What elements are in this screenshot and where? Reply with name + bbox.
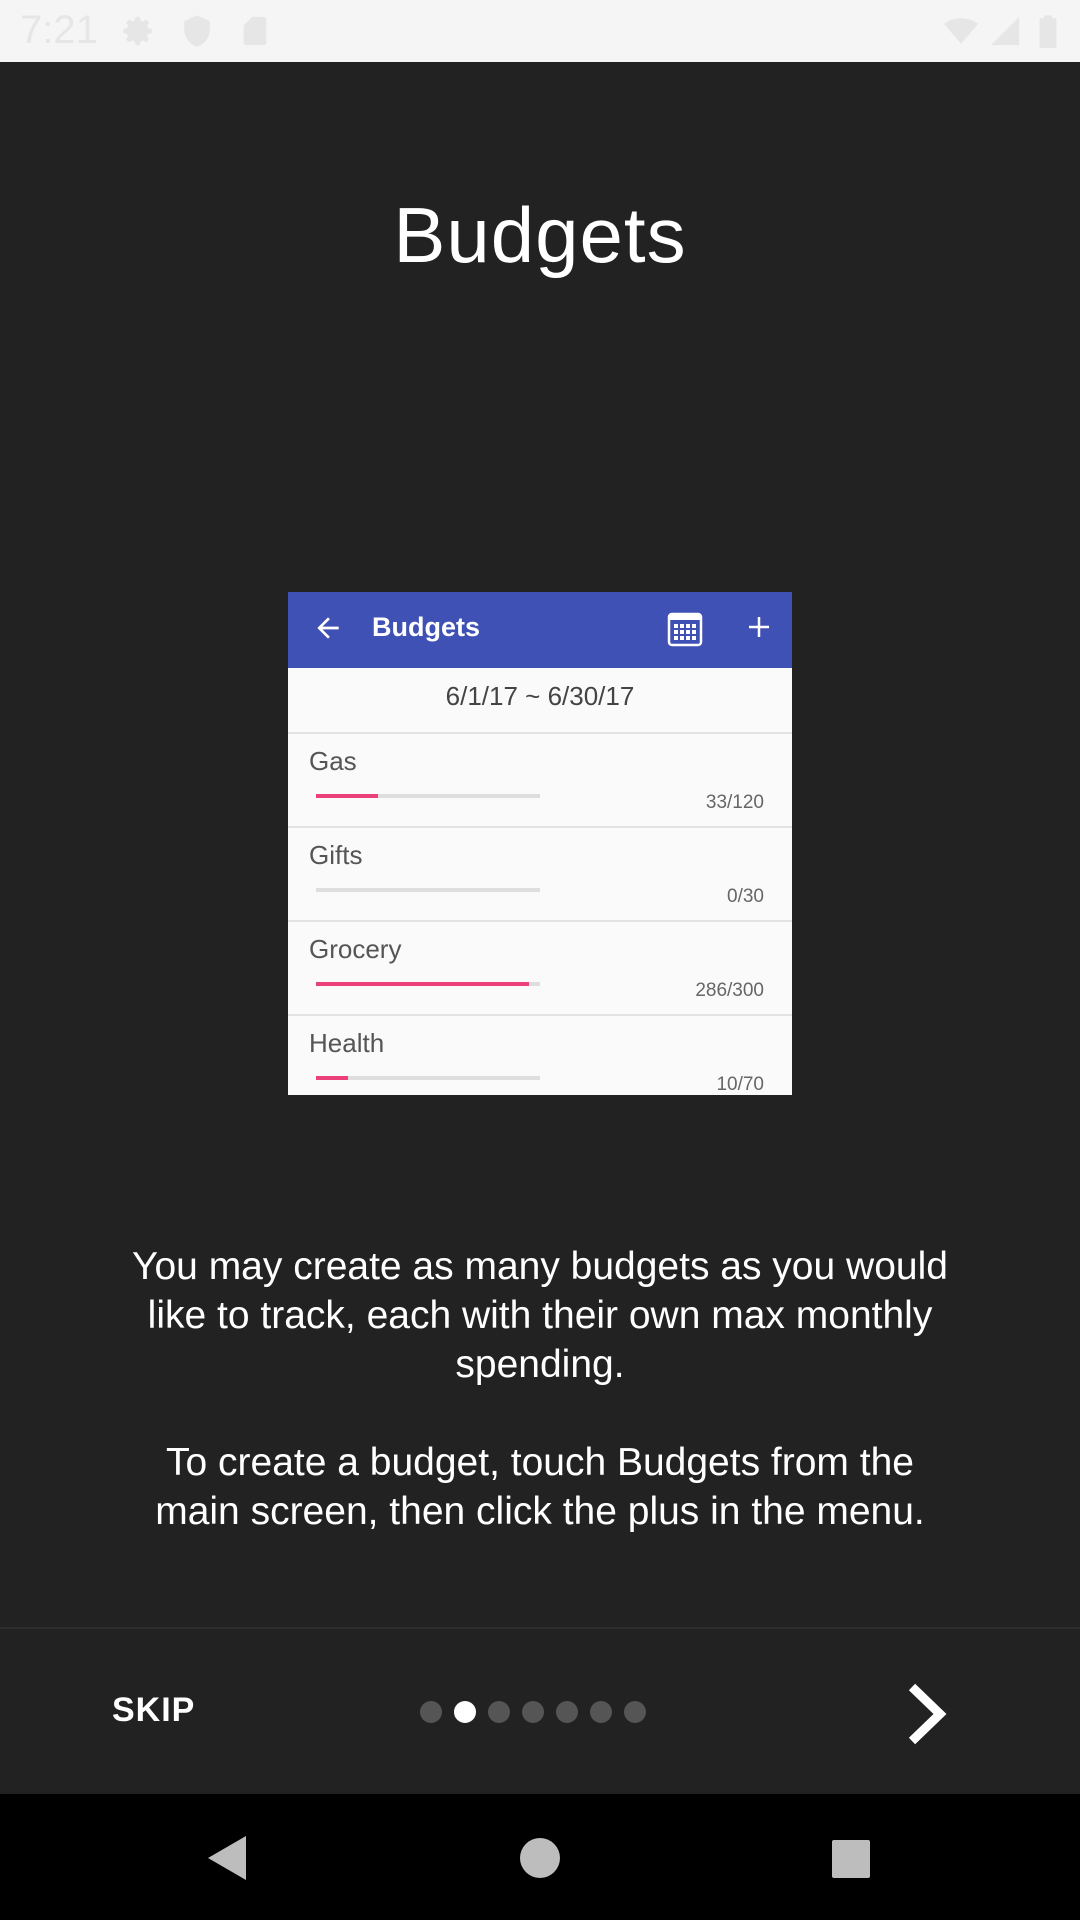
page-indicator-dot xyxy=(420,1701,442,1723)
preview-budget-row: Gifts 0/30 xyxy=(288,828,792,922)
budget-progress-fill xyxy=(316,794,378,798)
page-indicator-dot xyxy=(624,1701,646,1723)
recents-icon[interactable] xyxy=(820,1828,880,1888)
system-nav-bar xyxy=(0,1794,1080,1920)
budget-amount: 33/120 xyxy=(705,792,764,813)
onboarding-screen: Budgets Budgets 6/1/17 ~ 6/30/17 Gas 33/… xyxy=(0,62,1080,1794)
budgets-preview-image: Budgets 6/1/17 ~ 6/30/17 Gas 33/120 Gift… xyxy=(288,592,792,1095)
plus-icon xyxy=(744,612,774,644)
budget-amount: 10/70 xyxy=(716,1074,764,1095)
arrow-back-icon xyxy=(312,612,344,644)
wifi-icon xyxy=(944,14,978,48)
page-indicator-dot xyxy=(590,1701,612,1723)
settings-icon xyxy=(122,14,156,48)
budget-name: Gifts xyxy=(309,840,363,870)
calendar-icon xyxy=(666,610,704,648)
skip-button[interactable]: SKIP xyxy=(112,1691,195,1730)
preview-budget-row: Gas 33/120 xyxy=(288,734,792,828)
preview-budget-row: Grocery 286/300 xyxy=(288,922,792,1016)
status-bar: 7:21 xyxy=(0,0,1080,62)
budget-progress-bar xyxy=(316,1076,540,1080)
budget-amount: 286/300 xyxy=(695,980,764,1001)
budget-progress-bar xyxy=(316,888,540,892)
preview-app-bar: Budgets xyxy=(288,592,792,668)
page-indicator-dot xyxy=(488,1701,510,1723)
budget-name: Gas xyxy=(309,746,357,776)
onboarding-controls: SKIP xyxy=(0,1627,1080,1794)
budget-progress-fill xyxy=(316,1076,349,1080)
onboarding-description: You may create as many budgets as you wo… xyxy=(120,1242,960,1536)
chevron-right-icon xyxy=(908,1683,947,1745)
page-indicator-dot xyxy=(454,1701,476,1723)
budget-name: Grocery xyxy=(309,934,402,964)
description-paragraph: You may create as many budgets as you wo… xyxy=(132,1245,948,1386)
page-indicator-dot xyxy=(522,1701,544,1723)
shield-icon xyxy=(180,14,214,48)
budget-amount: 0/30 xyxy=(727,886,764,907)
home-icon[interactable] xyxy=(510,1828,570,1888)
back-icon[interactable] xyxy=(196,1828,256,1888)
preview-title: Budgets xyxy=(372,612,480,642)
battery-icon xyxy=(1036,14,1060,48)
status-time: 7:21 xyxy=(20,8,98,52)
budget-name: Health xyxy=(309,1028,385,1058)
description-paragraph: To create a budget, touch Budgets from t… xyxy=(155,1441,925,1533)
sd-card-icon xyxy=(238,14,272,48)
page-indicator-dot xyxy=(556,1701,578,1723)
preview-date-range: 6/1/17 ~ 6/30/17 xyxy=(288,668,792,734)
next-button[interactable] xyxy=(902,1679,952,1749)
signal-icon xyxy=(988,14,1022,48)
budget-progress-bar xyxy=(316,982,540,986)
budget-progress-bar xyxy=(316,794,540,798)
preview-budget-row: Health 10/70 xyxy=(288,1016,792,1095)
page-title: Budgets xyxy=(393,191,687,279)
budget-progress-fill xyxy=(316,982,530,986)
